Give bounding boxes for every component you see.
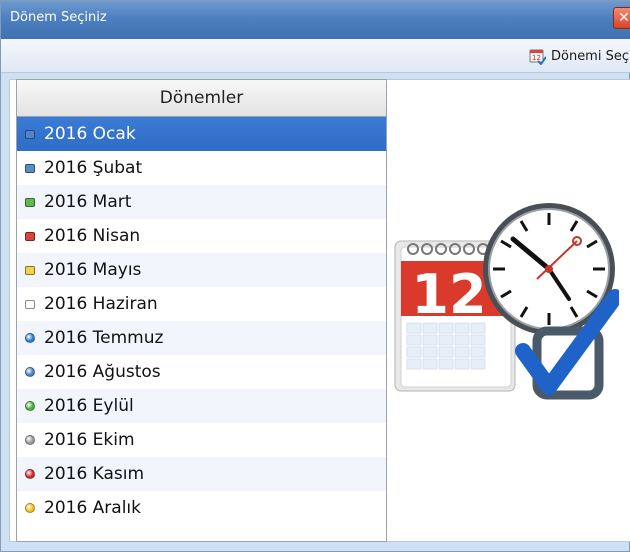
list-item[interactable]: 2016 Haziran: [17, 287, 386, 321]
list-item[interactable]: 2016 Ocak: [17, 117, 386, 151]
title-bar[interactable]: Dönem Seçiniz ✕: [1, 1, 630, 39]
bullet-dot-icon: [25, 401, 35, 411]
list-item-label: 2016 Şubat: [44, 158, 143, 178]
list-item[interactable]: 2016 Mayıs: [17, 253, 386, 287]
list-item-label: 2016 Mart: [44, 192, 132, 212]
list-item[interactable]: 2016 Nisan: [17, 219, 386, 253]
list-item-label: 2016 Ağustos: [44, 362, 161, 382]
list-item[interactable]: 2016 Kasım: [17, 457, 386, 491]
svg-text:12: 12: [532, 54, 541, 62]
color-square-icon: [25, 231, 35, 241]
color-square-icon: [25, 265, 35, 275]
bullet-dot-icon: [25, 503, 35, 513]
bullet-dot-icon: [25, 367, 35, 377]
list-item-label: 2016 Mayıs: [44, 260, 142, 280]
list-item-label: 2016 Temmuz: [44, 328, 164, 348]
window-title: Dönem Seçiniz: [10, 10, 107, 25]
color-square-icon: [25, 129, 35, 139]
list-item[interactable]: 2016 Ekim: [17, 423, 386, 457]
period-list[interactable]: Dönemler 2016 Ocak 2016 Şubat 2016 Mart 201…: [16, 79, 387, 542]
list-rows: 2016 Ocak 2016 Şubat 2016 Mart 2016 Nisan 20…: [17, 117, 386, 525]
close-icon: ✕: [618, 10, 630, 26]
list-item[interactable]: 2016 Mart: [17, 185, 386, 219]
color-square-icon: [25, 197, 35, 207]
toolbar: 12 Dönemi Seç: [1, 39, 630, 73]
calendar-day: 12: [411, 263, 486, 326]
illustration-pane: 12: [387, 81, 627, 541]
bullet-dot-icon: [25, 469, 35, 479]
close-button[interactable]: ✕: [613, 7, 630, 29]
list-item-label: 2016 Kasım: [44, 464, 145, 484]
list-item[interactable]: 2016 Aralık: [17, 491, 386, 525]
list-item-label: 2016 Ekim: [44, 430, 135, 450]
list-header[interactable]: Dönemler: [17, 80, 386, 117]
calendar-clock-illustration: 12: [394, 203, 619, 400]
bullet-dot-icon: [25, 333, 35, 343]
list-item[interactable]: 2016 Temmuz: [17, 321, 386, 355]
list-item-label: 2016 Eylül: [44, 396, 134, 416]
list-item[interactable]: 2016 Eylül: [17, 389, 386, 423]
list-item-label: 2016 Haziran: [44, 294, 158, 314]
select-period-button[interactable]: 12 Dönemi Seç: [529, 45, 629, 67]
color-square-icon: [25, 299, 35, 309]
calendar-select-icon: 12: [529, 49, 546, 65]
list-item[interactable]: 2016 Şubat: [17, 151, 386, 185]
list-item-label: 2016 Nisan: [44, 226, 141, 246]
bullet-dot-icon: [25, 435, 35, 445]
list-item-label: 2016 Aralık: [44, 498, 141, 518]
list-item[interactable]: 2016 Ağustos: [17, 355, 386, 389]
color-square-icon: [25, 163, 35, 173]
period-select-window: Dönem Seçiniz ✕ 12 Dönemi Seç Dönemler 2…: [0, 0, 630, 552]
list-item-label: 2016 Ocak: [44, 124, 136, 144]
select-period-label: Dönemi Seç: [550, 48, 629, 64]
